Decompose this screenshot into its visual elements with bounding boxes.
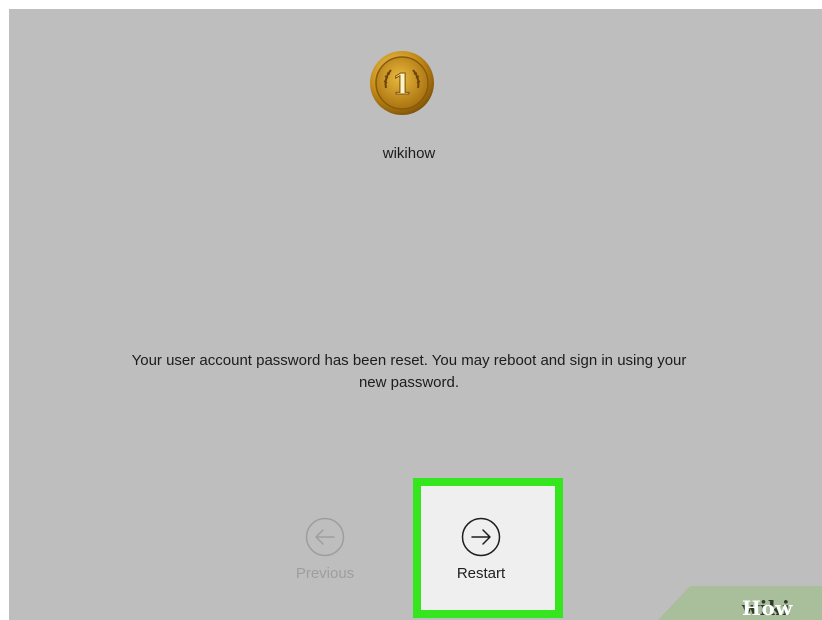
reset-confirmation-message: Your user account password has been rese… [39,350,779,394]
recovery-screen: 1 wikihow Your user account password has… [9,9,822,620]
previous-label: Previous [295,565,355,582]
svg-text:1: 1 [392,68,411,101]
message-line-2: new password. [358,374,460,391]
right-arrow-icon [461,517,501,557]
username-label: wikihow [382,145,436,162]
restart-button[interactable]: Restart [426,517,536,582]
gold-medal-icon: 1 [370,51,434,115]
restart-label: Restart [456,565,506,582]
message-line-1: Your user account password has been rese… [131,352,687,369]
previous-button[interactable]: Previous [270,517,380,582]
left-arrow-icon [305,517,345,557]
